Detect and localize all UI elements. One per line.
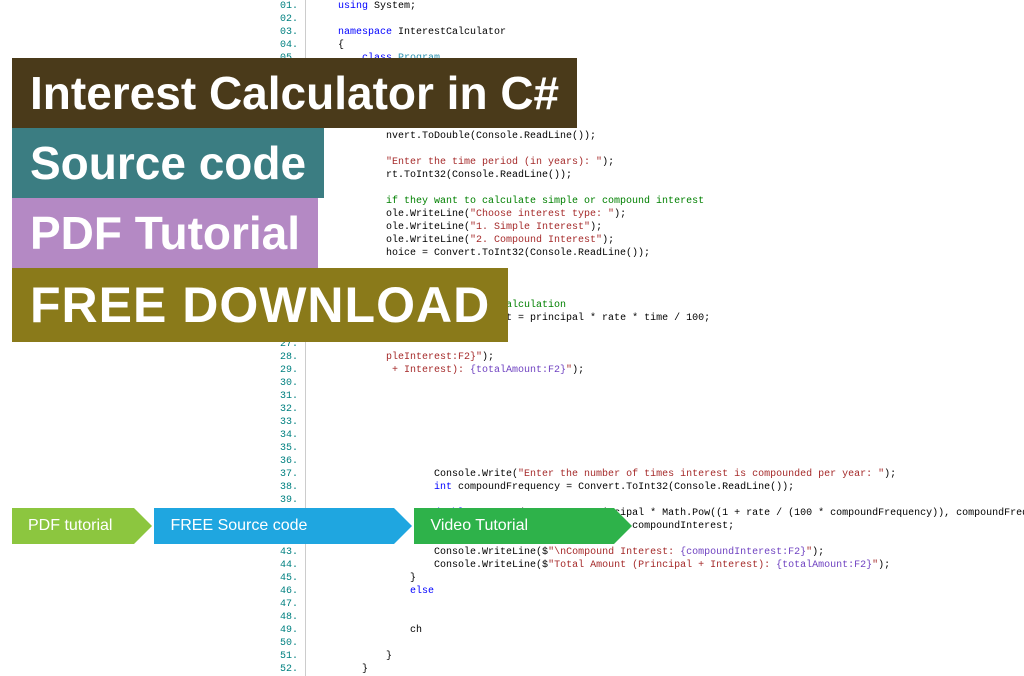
code-line: 04. { [280,39,1024,52]
code-line: 11. nvert.ToDouble(Console.ReadLine()); [280,130,1024,143]
code-line: 02. [280,13,1024,26]
code-line: 33. [280,416,1024,429]
code-line: 31. [280,390,1024,403]
code-line: 01. using System; [280,0,1024,13]
code-line: 18. ole.WriteLine("1. Simple Interest"); [280,221,1024,234]
code-line: 19. ole.WriteLine("2. Compound Interest"… [280,234,1024,247]
code-line: 34. [280,429,1024,442]
code-line: 43. Console.WriteLine($"\nCompound Inter… [280,546,1024,559]
code-line: 39. [280,494,1024,507]
code-line: 38. int compoundFrequency = Convert.ToIn… [280,481,1024,494]
code-line: 29. + Interest): {totalAmount:F2}"); [280,364,1024,377]
code-line: 12. [280,143,1024,156]
code-line: 03. namespace InterestCalculator [280,26,1024,39]
free-source-code-arrow[interactable]: FREE Source code [154,508,394,544]
code-line: 50. [280,637,1024,650]
code-line: 37. Console.Write("Enter the number of t… [280,468,1024,481]
pdf-tutorial-banner: PDF Tutorial [12,198,318,268]
code-line: 16. if they want to calculate simple or … [280,195,1024,208]
title-banner: Interest Calculator in C# [12,58,577,128]
arrow-label: PDF tutorial [28,517,112,535]
code-line: 13. "Enter the time period (in years): "… [280,156,1024,169]
code-line: 32. [280,403,1024,416]
pdf-tutorial-arrow[interactable]: PDF tutorial [12,508,134,544]
code-line: 52. } [280,663,1024,676]
code-line: 47. [280,598,1024,611]
code-line: 48. [280,611,1024,624]
code-line: 30. [280,377,1024,390]
video-tutorial-arrow[interactable]: Video Tutorial [414,508,614,544]
code-line: 51. } [280,650,1024,663]
code-line: 45. } [280,572,1024,585]
code-line: 28. pleInterest:F2}"); [280,351,1024,364]
code-line: 20. hoice = Convert.ToInt32(Console.Read… [280,247,1024,260]
code-line: 15. [280,182,1024,195]
code-line: 44. Console.WriteLine($"Total Amount (Pr… [280,559,1024,572]
code-line: 49. ch [280,624,1024,637]
arrow-label: Video Tutorial [430,517,528,535]
arrow-navigation: PDF tutorial FREE Source code Video Tuto… [12,508,634,544]
source-code-banner: Source code [12,128,324,198]
code-line: 14. rt.ToInt32(Console.ReadLine()); [280,169,1024,182]
arrow-label: FREE Source code [170,517,307,535]
free-download-banner: FREE DOWNLOAD [12,268,508,342]
code-line: 17. ole.WriteLine("Choose interest type:… [280,208,1024,221]
code-line: 46. else [280,585,1024,598]
code-line: 36. [280,455,1024,468]
code-line: 35. [280,442,1024,455]
